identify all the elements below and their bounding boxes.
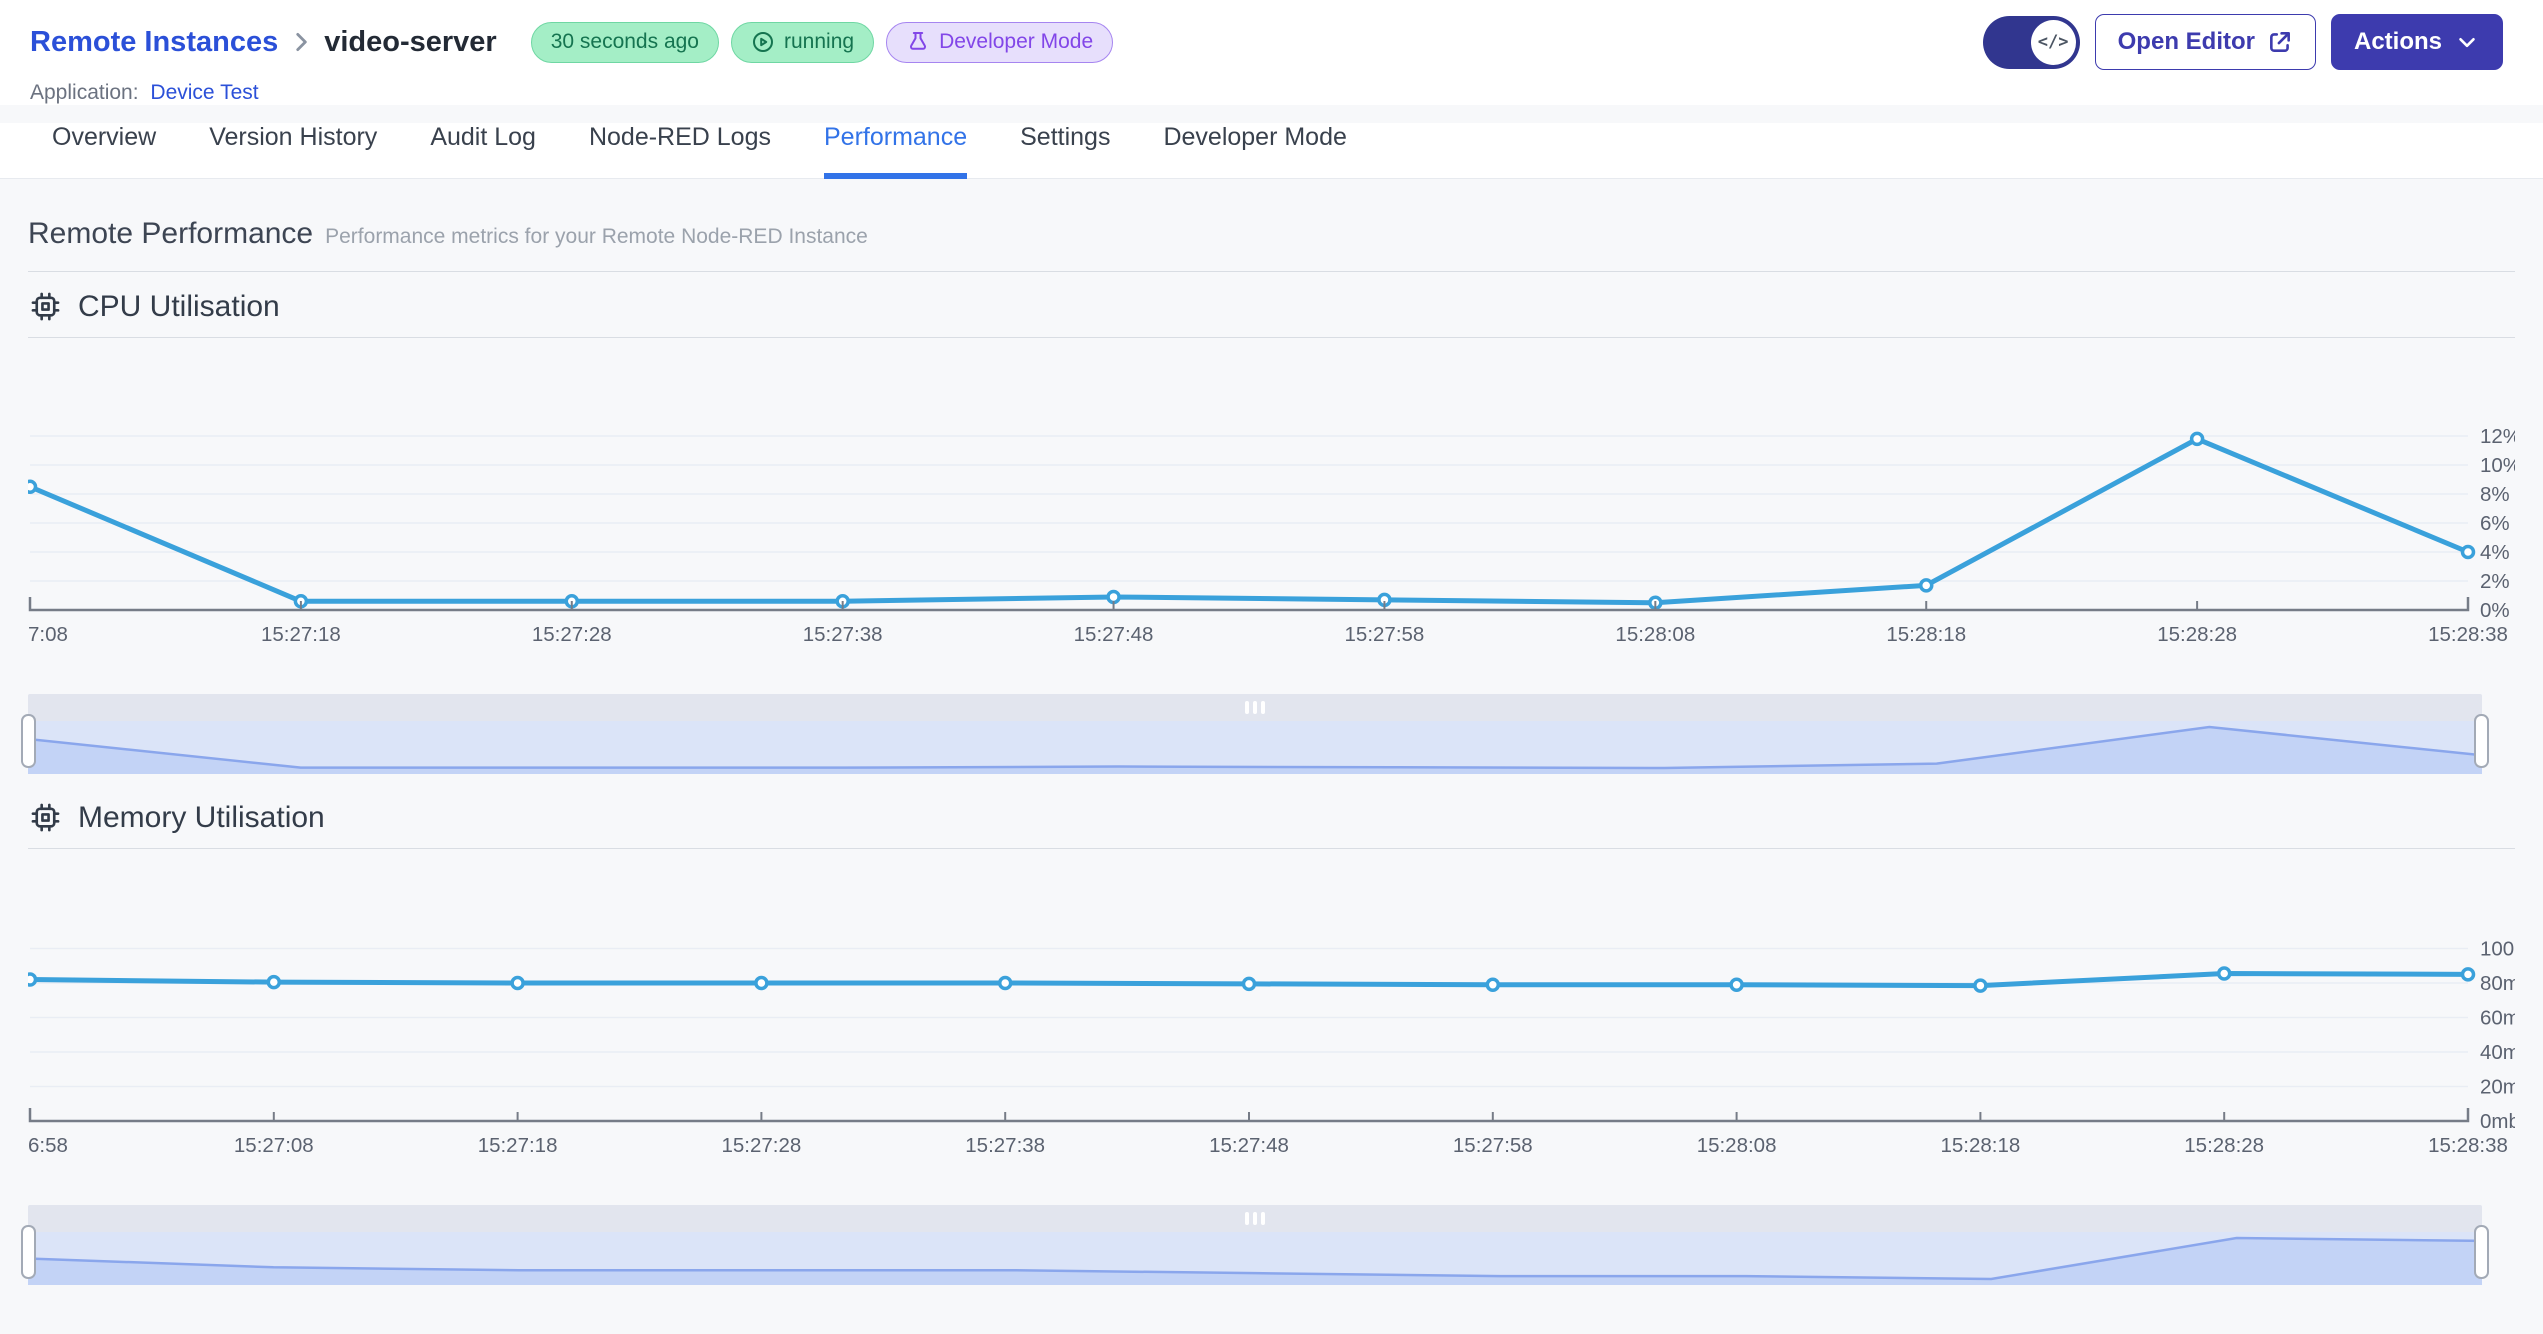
svg-text:80mb: 80mb <box>2480 972 2515 995</box>
svg-text:40mb: 40mb <box>2480 1041 2515 1064</box>
memory-brush-handle-left[interactable] <box>21 1225 36 1279</box>
last-seen-label: 30 seconds ago <box>550 30 699 53</box>
play-circle-icon <box>753 32 773 52</box>
memory-brush-strip[interactable] <box>28 1205 2482 1232</box>
tab-performance[interactable]: Performance <box>823 123 968 179</box>
external-link-icon <box>2270 32 2290 52</box>
svg-text:15:27:58: 15:27:58 <box>1345 623 1425 646</box>
cpu-chip-icon <box>31 292 60 321</box>
memory-brush-minichart <box>28 1236 2482 1285</box>
cpu-section-header: CPU Utilisation <box>28 289 2515 338</box>
tab-bar: Overview Version History Audit Log Node-… <box>0 123 2543 179</box>
memory-section: Memory Utilisation 0mb 20mb 40mb 60mb 80mb 10… <box>21 800 2515 1285</box>
svg-text:15:27:38: 15:27:38 <box>803 623 883 646</box>
tab-audit-log[interactable]: Audit Log <box>430 123 536 178</box>
memory-brush-area[interactable] <box>28 1232 2482 1285</box>
memory-chart-brush[interactable] <box>21 1205 2489 1285</box>
application-link[interactable]: Device Test <box>150 81 258 104</box>
svg-text:15:27:08: 15:27:08 <box>234 1134 314 1157</box>
page-title-row: Remote Performance Performance metrics f… <box>28 217 2515 272</box>
memory-brush-grip[interactable] <box>1245 1212 1265 1225</box>
cpu-brush-minichart <box>28 725 2482 774</box>
svg-text:15:28:18: 15:28:18 <box>1886 623 1966 646</box>
developer-mode-toggle[interactable]: </> <box>1982 15 2080 69</box>
developer-mode-badge-label: Developer Mode <box>939 30 1094 53</box>
svg-text:8%: 8% <box>2480 483 2510 506</box>
tab-overview[interactable]: Overview <box>52 123 156 178</box>
tab-settings[interactable]: Settings <box>1020 123 1110 178</box>
breadcrumb: Remote Instances video-server <box>30 26 497 59</box>
cpu-brush-grip[interactable] <box>1245 701 1265 714</box>
svg-text:7:08: 7:08 <box>28 623 68 646</box>
svg-text:15:27:48: 15:27:48 <box>1074 623 1154 646</box>
svg-text:6%: 6% <box>2480 512 2510 535</box>
svg-text:15:28:08: 15:28:08 <box>1697 1134 1777 1157</box>
code-icon: </> <box>2030 19 2076 65</box>
svg-text:15:27:28: 15:27:28 <box>532 623 612 646</box>
svg-text:15:28:38: 15:28:38 <box>2428 1134 2508 1157</box>
svg-text:15:28:08: 15:28:08 <box>1615 623 1695 646</box>
page-header: Remote Instances video-server 30 seconds… <box>0 0 2543 105</box>
last-seen-badge: 30 seconds ago <box>530 21 719 63</box>
svg-text:4%: 4% <box>2480 541 2510 564</box>
tab-version-history[interactable]: Version History <box>209 123 377 178</box>
svg-text:6:58: 6:58 <box>28 1134 68 1157</box>
tab-node-red-logs[interactable]: Node-RED Logs <box>589 123 771 178</box>
svg-text:0%: 0% <box>2480 599 2510 622</box>
page-subtitle: Performance metrics for your Remote Node… <box>325 225 868 248</box>
memory-section-title: Memory Utilisation <box>78 800 325 834</box>
svg-text:15:27:18: 15:27:18 <box>261 623 341 646</box>
svg-text:2%: 2% <box>2480 570 2510 593</box>
svg-text:100mb: 100mb <box>2480 938 2515 961</box>
cpu-brush-handle-right[interactable] <box>2474 714 2489 768</box>
chevron-right-icon <box>296 33 307 51</box>
svg-text:15:28:18: 15:28:18 <box>1940 1134 2020 1157</box>
actions-label: Actions <box>2353 28 2442 55</box>
cpu-section-title: CPU Utilisation <box>78 289 280 323</box>
open-editor-label: Open Editor <box>2117 28 2255 55</box>
cpu-brush-handle-left[interactable] <box>21 714 36 768</box>
application-line: Application: Device Test <box>30 81 2503 105</box>
running-status-badge: running <box>731 21 875 63</box>
cpu-brush-area[interactable] <box>28 721 2482 774</box>
performance-panel: Remote Performance Performance metrics f… <box>0 179 2543 1285</box>
svg-text:60mb: 60mb <box>2480 1007 2515 1030</box>
breadcrumb-parent-link[interactable]: Remote Instances <box>30 26 278 59</box>
page-title: Remote Performance <box>28 217 314 250</box>
svg-text:12%: 12% <box>2480 425 2515 448</box>
svg-text:15:27:28: 15:27:28 <box>721 1134 801 1157</box>
actions-button[interactable]: Actions <box>2330 14 2503 70</box>
svg-text:0mb: 0mb <box>2480 1110 2515 1133</box>
open-editor-button[interactable]: Open Editor <box>2094 14 2316 70</box>
application-label: Application: <box>30 81 139 104</box>
cpu-section: CPU Utilisation 0% 2% 4% 6% 8% 10% 12% 7:08 15:2… <box>21 289 2515 774</box>
memory-brush-handle-right[interactable] <box>2474 1225 2489 1279</box>
svg-text:15:27:48: 15:27:48 <box>1209 1134 1289 1157</box>
svg-text:20mb: 20mb <box>2480 1076 2515 1099</box>
chevron-down-icon <box>2459 37 2475 48</box>
cpu-chart-brush[interactable] <box>21 694 2489 774</box>
svg-text:15:28:38: 15:28:38 <box>2428 623 2508 646</box>
memory-section-header: Memory Utilisation <box>28 800 2515 849</box>
cpu-chart: 0% 2% 4% 6% 8% 10% 12% 7:08 15:27:18 15:27:28 15:2… <box>28 425 2515 646</box>
cpu-chip-icon <box>31 803 60 832</box>
developer-mode-badge: Developer Mode <box>886 21 1114 63</box>
running-status-label: running <box>784 30 855 53</box>
tab-developer-mode[interactable]: Developer Mode <box>1163 123 1346 178</box>
status-badges: 30 seconds ago running Developer Mode <box>530 21 1114 63</box>
breadcrumb-current: video-server <box>324 25 497 58</box>
svg-text:15:27:18: 15:27:18 <box>478 1134 558 1157</box>
cpu-brush-strip[interactable] <box>28 694 2482 721</box>
svg-text:15:28:28: 15:28:28 <box>2184 1134 2264 1157</box>
memory-chart: 0mb 20mb 40mb 60mb 80mb 100mb 6:58 15:27:08 15:2… <box>28 938 2515 1157</box>
flask-icon <box>910 32 927 50</box>
svg-text:10%: 10% <box>2480 454 2515 477</box>
svg-text:15:27:58: 15:27:58 <box>1453 1134 1533 1157</box>
svg-text:15:28:28: 15:28:28 <box>2157 623 2237 646</box>
svg-text:15:27:38: 15:27:38 <box>965 1134 1045 1157</box>
